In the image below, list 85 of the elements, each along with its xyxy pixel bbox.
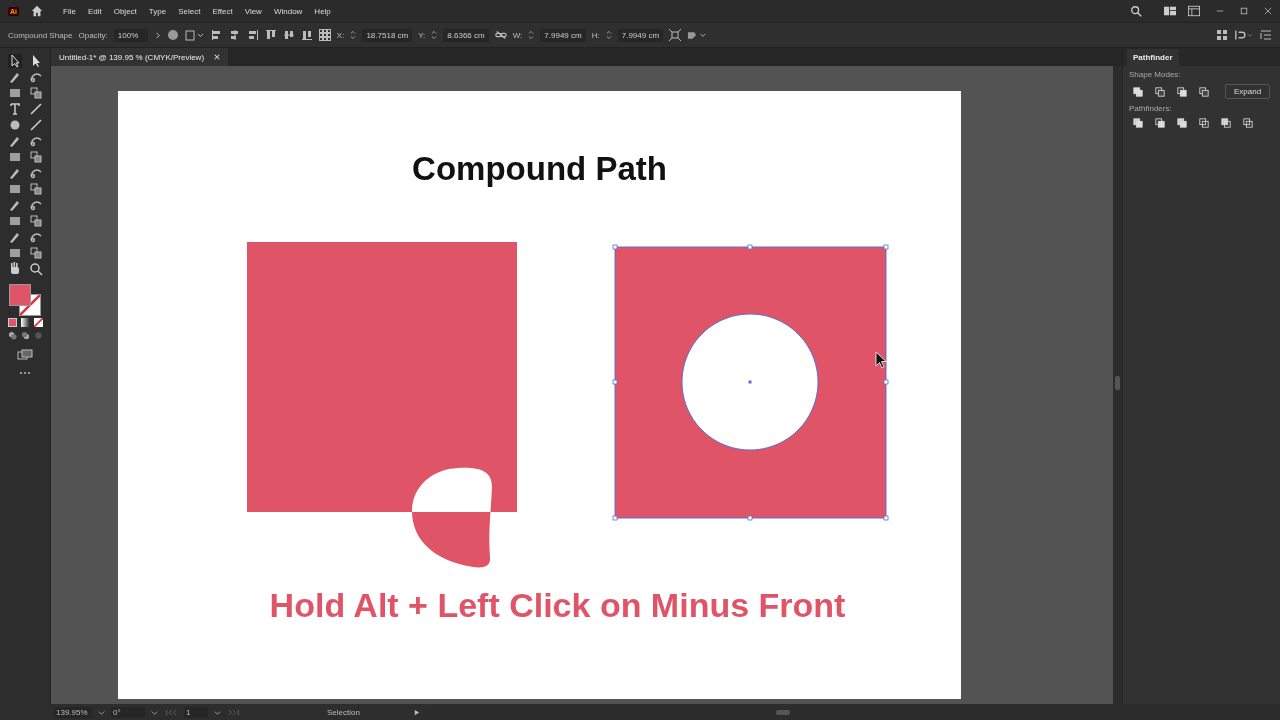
- current-tool-label: Selection: [327, 707, 361, 717]
- expand-button[interactable]: Expand: [1225, 84, 1271, 99]
- panel-tab[interactable]: Pathfinder: [1127, 49, 1179, 66]
- spinner-icon[interactable]: [431, 30, 438, 40]
- distribute-dropdown-icon[interactable]: [1234, 29, 1254, 41]
- chevron-down-icon[interactable]: [214, 708, 221, 716]
- section-label: Shape Modes:: [1129, 70, 1182, 79]
- panel-menu-icon[interactable]: [1260, 29, 1272, 41]
- none-mode-icon[interactable]: [33, 318, 43, 327]
- menu-item[interactable]: Edit: [87, 6, 102, 16]
- menu-item[interactable]: File: [63, 6, 76, 16]
- line-icon[interactable]: [28, 102, 43, 116]
- section-label: Pathfinders:: [1129, 104, 1173, 113]
- spinner-icon[interactable]: [605, 30, 612, 40]
- field-label: H:: [591, 30, 600, 40]
- screen-mode-icon[interactable]: [17, 348, 33, 362]
- arrange-icon[interactable]: [1216, 29, 1228, 41]
- play-icon[interactable]: [413, 708, 420, 716]
- menu-item[interactable]: Help: [314, 6, 331, 16]
- search-icon[interactable]: [1130, 5, 1142, 17]
- align-icon[interactable]: [282, 29, 295, 41]
- menu-item[interactable]: Select: [178, 6, 201, 16]
- menu-item[interactable]: Window: [273, 6, 303, 16]
- field-label: Y:: [418, 30, 426, 40]
- transform-icon[interactable]: [669, 29, 682, 41]
- rotation-field[interactable]: 0°: [111, 706, 145, 718]
- pathfinder-icon[interactable]: [1133, 118, 1143, 128]
- chevron-down-icon[interactable]: [151, 708, 158, 716]
- color-mode-icon[interactable]: [7, 318, 17, 327]
- mouse-cursor-icon: [875, 351, 887, 369]
- globe-icon[interactable]: [166, 29, 179, 41]
- align-icon[interactable]: [300, 29, 313, 41]
- minimize-icon[interactable]: [1216, 7, 1224, 15]
- vertical-scrollbar[interactable]: [1113, 66, 1122, 704]
- document-dropdown-icon[interactable]: [184, 29, 205, 41]
- menu-item[interactable]: Object: [113, 6, 137, 16]
- pathfinder-icon[interactable]: [1221, 118, 1231, 128]
- measurement-field[interactable]: 7.9949 cm: [617, 28, 664, 42]
- align-icon[interactable]: [228, 29, 241, 41]
- spinner-icon[interactable]: [528, 30, 535, 40]
- selection-label: Compound Shape: [8, 30, 73, 40]
- align-icon[interactable]: [210, 29, 223, 41]
- artboard-number-field[interactable]: 1: [184, 706, 208, 718]
- artboard-title: Compound Path: [412, 149, 667, 189]
- reference-point-icon[interactable]: [318, 29, 331, 41]
- spinner-icon[interactable]: [350, 30, 357, 40]
- measurement-field[interactable]: 8.6366 cm: [443, 28, 489, 42]
- align-icon[interactable]: [264, 29, 277, 41]
- shape-mode-icon[interactable]: [1177, 86, 1187, 97]
- menu-item[interactable]: Effect: [212, 6, 233, 16]
- opacity-field[interactable]: 100%: [113, 28, 148, 42]
- zoom-field[interactable]: 139.95%: [54, 706, 92, 718]
- opacity-label[interactable]: Opacity:: [78, 30, 108, 40]
- pathfinder-icon[interactable]: [1177, 118, 1187, 128]
- maximize-icon[interactable]: [1240, 7, 1248, 15]
- recolor-dropdown-icon[interactable]: [687, 29, 708, 41]
- draw-normal-icon[interactable]: [7, 331, 17, 340]
- pathfinder-icon[interactable]: [1155, 118, 1165, 128]
- panel-layout-icon[interactable]: [1188, 5, 1200, 17]
- zoom-icon[interactable]: [28, 262, 43, 276]
- shape-mode-icon[interactable]: [1133, 86, 1143, 97]
- home-icon[interactable]: [31, 5, 43, 17]
- instruction-caption: Hold Alt + Left Click on Minus Front: [269, 585, 846, 625]
- close-icon[interactable]: [214, 54, 221, 60]
- field-label: W:: [512, 30, 523, 40]
- menu-item[interactable]: Type: [148, 6, 167, 16]
- type-icon[interactable]: [7, 102, 22, 116]
- pathfinder-icon[interactable]: [1199, 118, 1209, 128]
- draw-behind-icon[interactable]: [20, 331, 30, 340]
- measurement-field[interactable]: 18.7518 cm: [362, 28, 413, 42]
- field-label: X:: [336, 30, 345, 40]
- measurement-field[interactable]: 7.9949 cm: [540, 28, 586, 42]
- link-icon[interactable]: [494, 29, 507, 41]
- shape-mode-icon[interactable]: [1155, 86, 1165, 97]
- chevron-down-icon[interactable]: [98, 708, 105, 716]
- menu-item[interactable]: View: [244, 6, 262, 16]
- close-icon[interactable]: [1264, 7, 1272, 15]
- workspace-icon[interactable]: [1164, 5, 1176, 17]
- fill-stroke-swatch[interactable]: [9, 284, 41, 314]
- align-icon[interactable]: [246, 29, 259, 41]
- gradient-mode-icon[interactable]: [20, 318, 30, 327]
- shape-mode-icon[interactable]: [1199, 86, 1209, 97]
- pathfinder-icon[interactable]: [1243, 118, 1253, 128]
- document-tab[interactable]: Untitled-1* @ 139.95 % (CMYK/Preview): [51, 48, 229, 66]
- chevron-right-icon[interactable]: [153, 31, 161, 39]
